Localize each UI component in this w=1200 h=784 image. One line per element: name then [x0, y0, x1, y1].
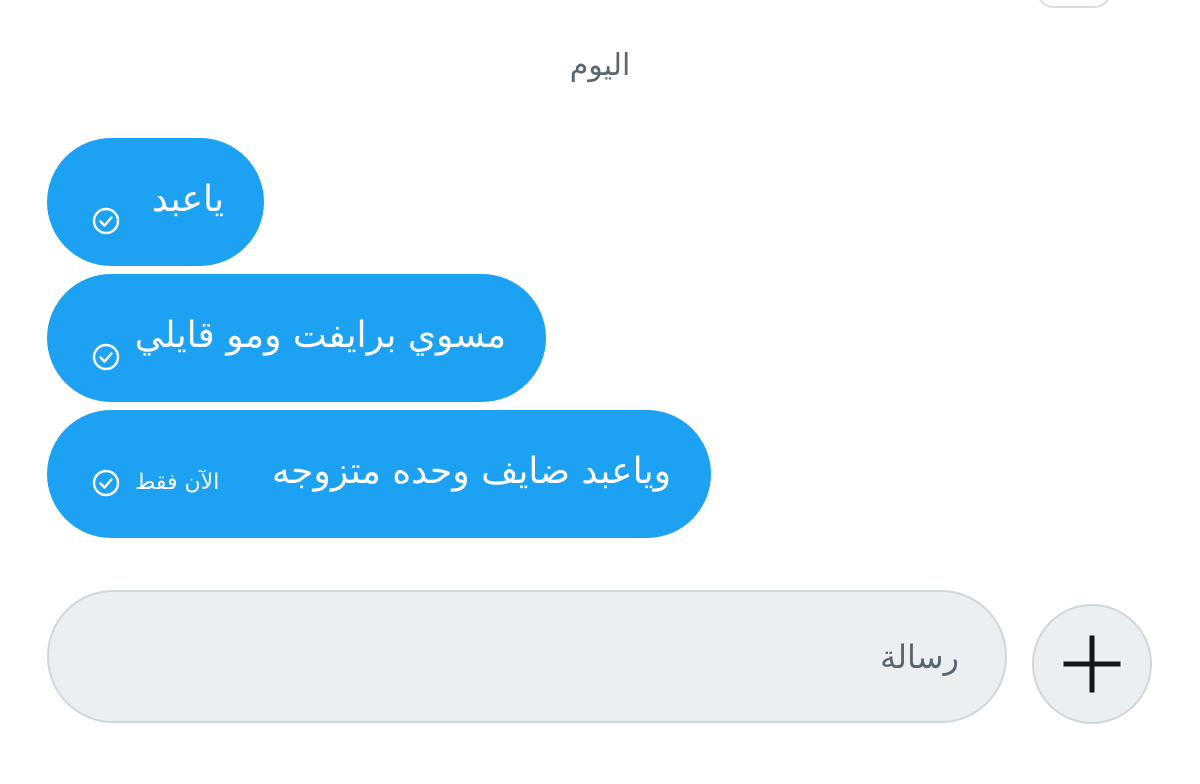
- message-bubble[interactable]: ياعبد: [47, 138, 264, 266]
- top-handle[interactable]: [1036, 0, 1112, 8]
- message-composer[interactable]: [47, 590, 1007, 723]
- message-text: مسوي برايفت ومو قايلي: [134, 315, 506, 356]
- message-text: وياعبد ضايف وحده متزوجه: [271, 451, 671, 492]
- message-text: ياعبد: [151, 179, 224, 220]
- check-circle-icon: [92, 207, 120, 235]
- date-separator: اليوم: [569, 48, 631, 83]
- message-timestamp: الآن فقط: [135, 470, 220, 495]
- message-bubble[interactable]: وياعبد ضايف وحده متزوجه الآن فقط: [47, 410, 711, 538]
- plus-icon: [1063, 635, 1121, 693]
- check-circle-icon: [92, 343, 120, 371]
- message-input[interactable]: [157, 628, 961, 686]
- message-bubble[interactable]: مسوي برايفت ومو قايلي: [47, 274, 546, 402]
- check-circle-icon: [92, 469, 120, 497]
- dm-conversation-screen: اليوم ياعبد مسوي برايفت ومو قايلي وياعبد…: [0, 0, 1200, 784]
- add-media-button[interactable]: [1032, 604, 1152, 724]
